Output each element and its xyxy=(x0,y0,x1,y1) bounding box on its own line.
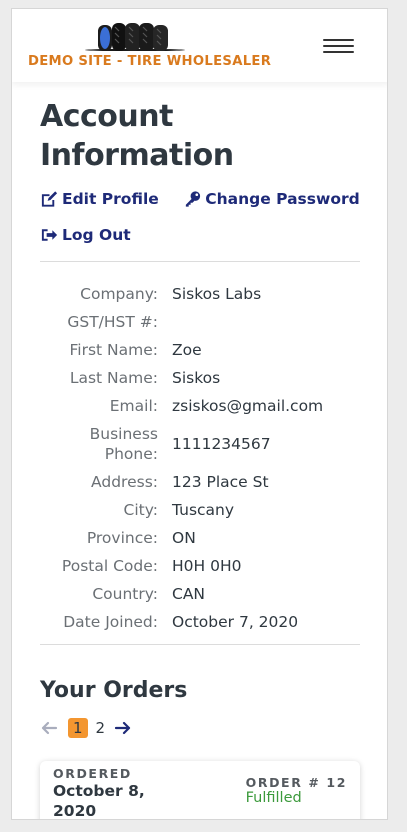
detail-row-date-joined: Date Joined: October 7, 2020 xyxy=(40,608,360,636)
detail-label: Date Joined: xyxy=(63,613,158,631)
detail-row-first-name: First Name: Zoe xyxy=(40,336,360,364)
detail-row-email: Email: zsiskos@gmail.com xyxy=(40,392,360,420)
key-icon xyxy=(186,191,201,207)
arrow-left-icon[interactable] xyxy=(40,719,58,737)
detail-row-business-phone: Business Phone: 1111234567 xyxy=(40,420,360,468)
detail-value: CAN xyxy=(172,585,206,603)
page-1-button[interactable]: 1 xyxy=(68,718,88,738)
order-card[interactable]: ORDERED October 8, 2020 ORDER # 12 Fulfi… xyxy=(40,761,360,820)
detail-label: Address: xyxy=(91,473,158,491)
page-title: Account Information xyxy=(40,99,234,173)
detail-row-address: Address: 123 Place St xyxy=(40,468,360,496)
change-password-label: Change Password xyxy=(205,190,360,208)
app-frame: DEMO SITE - TIRE WHOLESALER Account Info… xyxy=(11,8,388,820)
detail-value: H0H 0H0 xyxy=(172,557,242,575)
ordered-label: ORDERED xyxy=(53,766,132,781)
account-actions: Edit Profile Change Password Log Out xyxy=(40,181,360,253)
account-details: Company: Siskos Labs GST/HST #: First Na… xyxy=(40,280,360,636)
detail-label: Last Name: xyxy=(69,369,158,387)
detail-value: zsiskos@gmail.com xyxy=(172,397,324,415)
site-logo-text[interactable]: DEMO SITE - TIRE WHOLESALER xyxy=(28,54,271,69)
order-number: ORDER # 12 xyxy=(245,775,347,790)
detail-value: Tuscany xyxy=(172,501,235,519)
detail-label: GST/HST #: xyxy=(67,313,158,331)
detail-label: Country: xyxy=(92,585,158,603)
detail-row-province: Province: ON xyxy=(40,524,360,552)
log-out-link[interactable]: Log Out xyxy=(40,217,131,253)
log-out-label: Log Out xyxy=(62,226,131,244)
hamburger-menu-button[interactable] xyxy=(320,35,356,57)
detail-value: 1111234567 xyxy=(172,435,271,453)
detail-value: 123 Place St xyxy=(172,473,269,491)
edit-profile-link[interactable]: Edit Profile xyxy=(40,181,159,217)
detail-label: First Name: xyxy=(69,341,159,359)
detail-label: Email: xyxy=(109,397,158,415)
detail-row-company: Company: Siskos Labs xyxy=(40,280,360,308)
tire-logo-icon[interactable] xyxy=(84,21,186,51)
hamburger-icon xyxy=(323,39,354,41)
site-header: DEMO SITE - TIRE WHOLESALER xyxy=(12,9,387,82)
detail-row-last-name: Last Name: Siskos xyxy=(40,364,360,392)
order-status: Fulfilled xyxy=(245,790,302,806)
detail-label: Province: xyxy=(86,529,158,547)
detail-label: Postal Code: xyxy=(61,557,158,575)
detail-row-country: Country: CAN xyxy=(40,580,360,608)
ordered-date: October 8, 2020 xyxy=(53,782,145,820)
divider xyxy=(40,644,360,645)
detail-value: October 7, 2020 xyxy=(172,613,299,631)
detail-row-gst: GST/HST #: xyxy=(40,308,360,336)
page-2-button[interactable]: 2 xyxy=(96,719,106,737)
arrow-right-icon[interactable] xyxy=(114,719,132,737)
detail-label: Company: xyxy=(80,285,158,303)
order-number-block: ORDER # 12 Fulfilled xyxy=(246,775,347,806)
detail-label: Business Phone: xyxy=(89,425,158,463)
divider xyxy=(40,261,360,262)
change-password-link[interactable]: Change Password xyxy=(183,181,360,217)
detail-value: Siskos Labs xyxy=(172,285,262,303)
orders-pagination: 1 2 xyxy=(40,717,360,739)
account-main: Account Information Edit Profile Change … xyxy=(40,97,360,739)
edit-profile-label: Edit Profile xyxy=(62,190,159,208)
orders-title: Your Orders xyxy=(40,678,188,703)
edit-icon xyxy=(41,191,58,207)
order-date-block: ORDERED October 8, 2020 xyxy=(53,766,163,820)
detail-label: City: xyxy=(123,501,158,519)
detail-row-city: City: Tuscany xyxy=(40,496,360,524)
detail-value: Siskos xyxy=(172,369,221,387)
sign-out-icon xyxy=(41,229,58,241)
detail-value: Zoe xyxy=(172,341,202,359)
detail-value: ON xyxy=(172,529,196,547)
detail-row-postal-code: Postal Code: H0H 0H0 xyxy=(40,552,360,580)
